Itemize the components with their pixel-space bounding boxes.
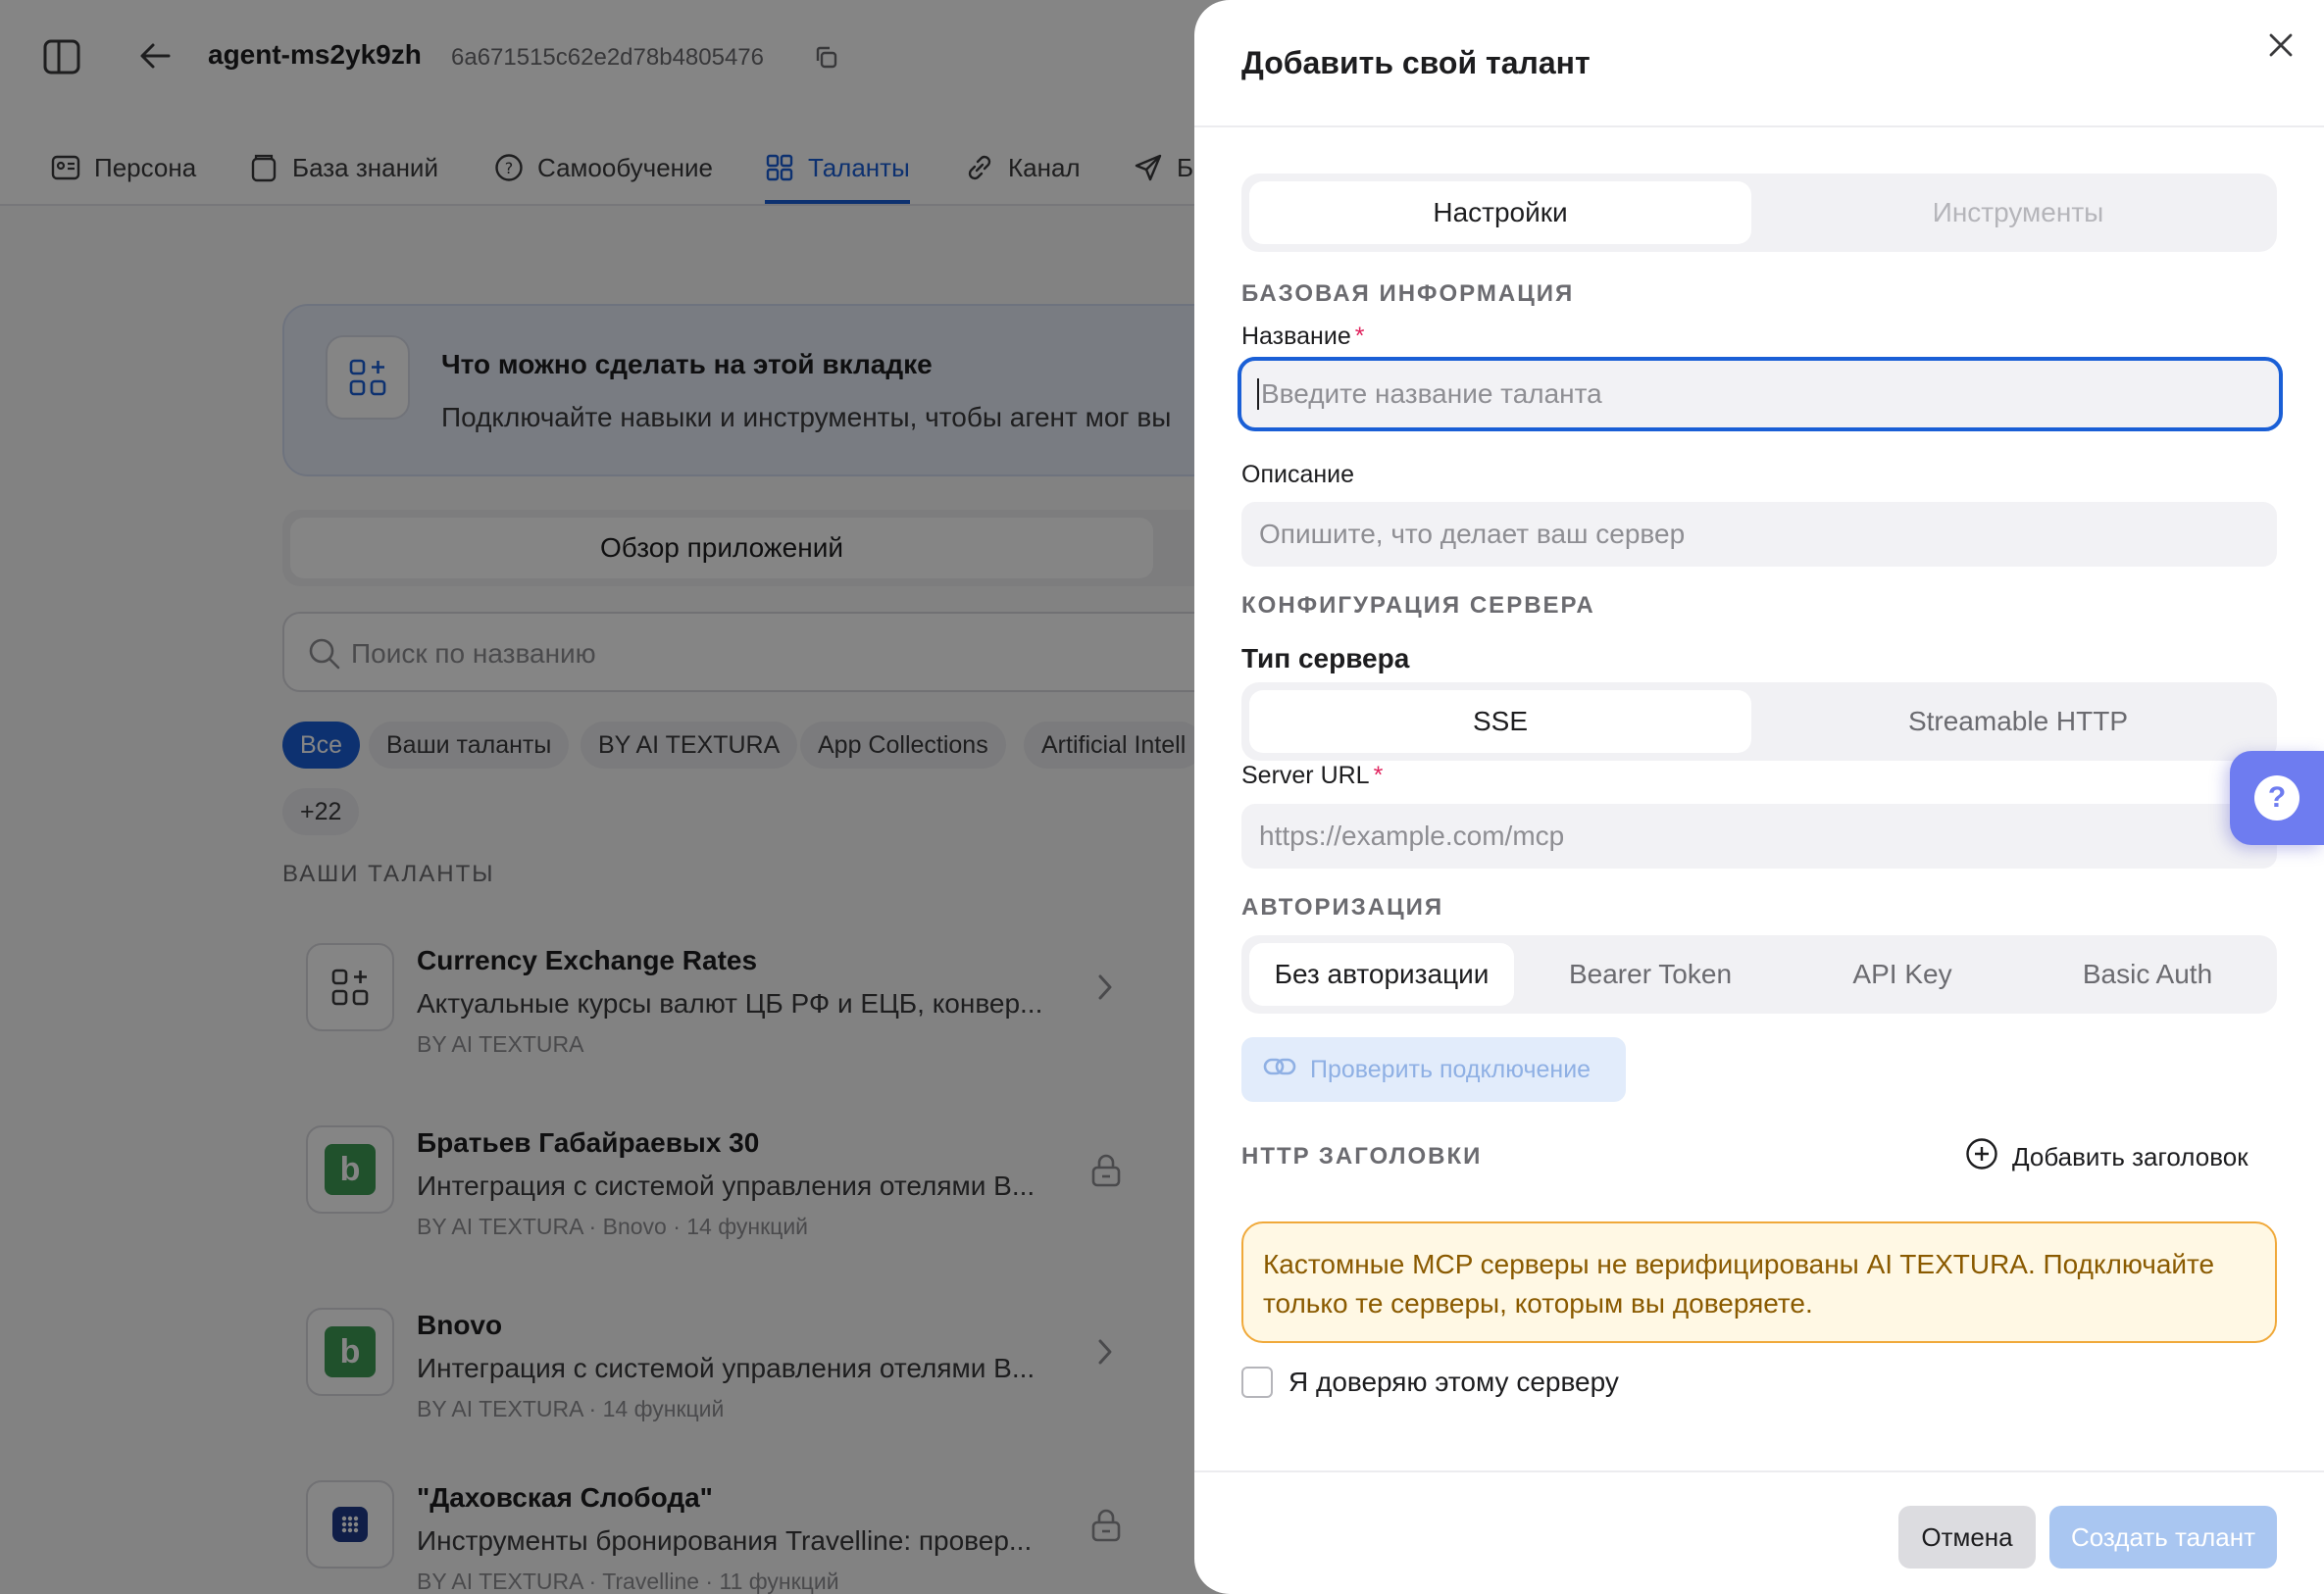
server-url-input[interactable]: https://example.com/mcp [1241, 804, 2277, 869]
trust-checkbox-row[interactable]: Я доверяю этому серверу [1241, 1367, 1619, 1398]
description-placeholder: Опишите, что делает ваш сервер [1259, 519, 1686, 549]
trust-label: Я доверяю этому серверу [1288, 1367, 1619, 1397]
link-icon [1263, 1054, 1296, 1086]
server-type-streamable-http[interactable]: Streamable HTTP [1767, 690, 2269, 753]
create-talent-button[interactable]: Создать талант [2049, 1506, 2277, 1569]
description-label: Описание [1241, 461, 1355, 488]
auth-caption: АВТОРИЗАЦИЯ [1241, 894, 1444, 921]
description-input[interactable]: Опишите, что делает ваш сервер [1241, 502, 2277, 567]
add-talent-drawer: Добавить свой талант Настройки Инструмен… [1194, 0, 2324, 1594]
drawer-tabs: Настройки Инструменты [1241, 174, 2277, 252]
basic-info-caption: БАЗОВАЯ ИНФОРМАЦИЯ [1241, 280, 1575, 307]
check-connection-button[interactable]: Проверить подключение [1241, 1037, 1626, 1102]
trust-checkbox[interactable] [1241, 1367, 1273, 1398]
help-question-icon: ? [2254, 775, 2299, 821]
server-type-switch: SSE Streamable HTTP [1241, 682, 2277, 761]
auth-none[interactable]: Без авторизации [1249, 943, 1514, 1006]
drawer-title: Добавить свой талант [1241, 45, 1591, 80]
name-placeholder: Введите название таланта [1261, 378, 1602, 409]
required-marker: * [1373, 762, 1384, 789]
server-type-sse[interactable]: SSE [1249, 690, 1751, 753]
auth-type-switch: Без авторизации Bearer Token API Key Bas… [1241, 935, 2277, 1014]
tab-tools[interactable]: Инструменты [1767, 181, 2269, 244]
add-header-button[interactable]: Добавить заголовок [1965, 1137, 2248, 1177]
check-connection-label: Проверить подключение [1310, 1055, 1591, 1083]
text-caret [1257, 378, 1259, 410]
auth-api-key[interactable]: API Key [1787, 943, 2018, 1006]
server-type-label: Тип сервера [1241, 643, 1410, 673]
name-label-text: Название [1241, 323, 1351, 350]
help-button[interactable]: ? [2230, 751, 2324, 845]
add-header-label: Добавить заголовок [2012, 1142, 2248, 1171]
plus-circle-icon [1965, 1137, 1998, 1177]
warning-text: Кастомные MCP серверы не верифицированы … [1263, 1249, 2215, 1319]
tab-settings[interactable]: Настройки [1249, 181, 1751, 244]
name-input[interactable]: Введите название таланта [1238, 357, 2283, 431]
server-config-caption: КОНФИГУРАЦИЯ СЕРВЕРА [1241, 592, 1595, 619]
http-headers-caption: HTTP ЗАГОЛОВКИ [1241, 1143, 1483, 1170]
drawer-header: Добавить свой талант [1194, 0, 2324, 127]
server-url-placeholder: https://example.com/mcp [1259, 821, 1565, 851]
auth-bearer-token[interactable]: Bearer Token [1522, 943, 1779, 1006]
cancel-button[interactable]: Отмена [1898, 1506, 2036, 1569]
warning-banner: Кастомные MCP серверы не верифицированы … [1241, 1221, 2277, 1343]
required-marker: * [1354, 323, 1365, 350]
close-icon[interactable] [2259, 24, 2302, 67]
server-url-label: Server URL * [1241, 762, 1383, 790]
drawer-footer: Отмена Создать талант [1194, 1470, 2324, 1594]
auth-basic[interactable]: Basic Auth [2026, 943, 2269, 1006]
name-label: Название * [1241, 323, 1364, 351]
server-url-label-text: Server URL [1241, 762, 1370, 789]
